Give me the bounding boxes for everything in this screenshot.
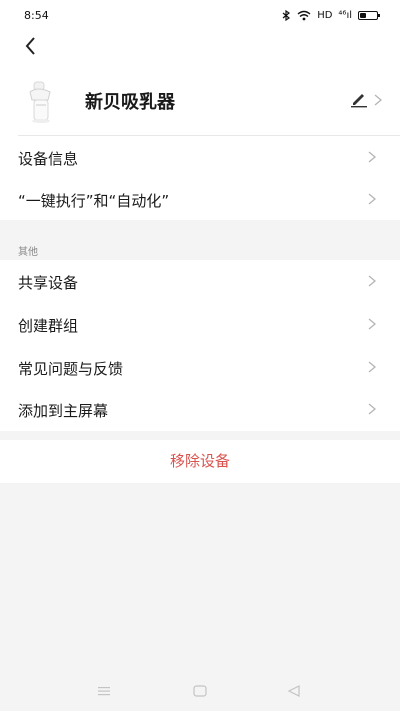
device-name: 新贝吸乳器 (85, 92, 175, 113)
remove-card: 移除设备 (0, 440, 400, 483)
chevron-right-icon (368, 361, 376, 373)
create-group-label: 创建群组 (18, 317, 79, 335)
battery-fill (360, 12, 366, 18)
automation-label: “一键执行”和“自动化” (18, 192, 170, 210)
device-info-label: 设备信息 (18, 150, 79, 168)
automation-item[interactable]: “一键执行”和“自动化” (0, 178, 400, 221)
wifi-icon (297, 10, 311, 20)
signal-icon: ⁴⁶ıl (338, 9, 352, 21)
menu-icon[interactable] (96, 684, 112, 698)
chevron-right-icon (368, 193, 376, 205)
battery-icon (358, 10, 380, 20)
chevron-right-icon (368, 403, 376, 415)
edit-icon[interactable] (350, 92, 368, 108)
add-to-home-item[interactable]: 添加到主屏幕 (0, 388, 400, 431)
faq-feedback-label: 常见问题与反馈 (18, 360, 124, 378)
status-icons: HD ⁴⁶ıl (281, 9, 380, 21)
device-card: 新贝吸乳器 设备信息 “一键执行”和“自动化” (0, 30, 400, 220)
device-header[interactable]: 新贝吸乳器 (0, 70, 400, 134)
other-list: 共享设备 创建群组 常见问题与反馈 添加到主屏幕 (0, 260, 400, 431)
chevron-right-icon (368, 275, 376, 287)
share-device-label: 共享设备 (18, 274, 79, 292)
back-arrow-icon[interactable] (20, 34, 44, 58)
status-time: 8:54 (24, 8, 49, 22)
faq-feedback-item[interactable]: 常见问题与反馈 (0, 346, 400, 389)
share-device-item[interactable]: 共享设备 (0, 260, 400, 303)
breast-pump-image (29, 81, 51, 123)
status-bar: 8:54 HD ⁴⁶ıl (0, 0, 400, 30)
chevron-right-icon (368, 318, 376, 330)
system-nav-bar (0, 672, 400, 711)
back-triangle-icon[interactable] (286, 684, 302, 698)
section-title-other: 其他 (18, 247, 38, 258)
remove-device-button[interactable]: 移除设备 (0, 440, 400, 483)
add-to-home-label: 添加到主屏幕 (18, 402, 109, 420)
network-type: HD (317, 9, 333, 21)
bluetooth-icon (282, 9, 291, 21)
chevron-right-icon (368, 151, 376, 163)
chevron-right-icon (374, 94, 382, 106)
home-icon[interactable] (192, 684, 208, 698)
create-group-item[interactable]: 创建群组 (0, 303, 400, 346)
device-info-item[interactable]: 设备信息 (0, 136, 400, 179)
